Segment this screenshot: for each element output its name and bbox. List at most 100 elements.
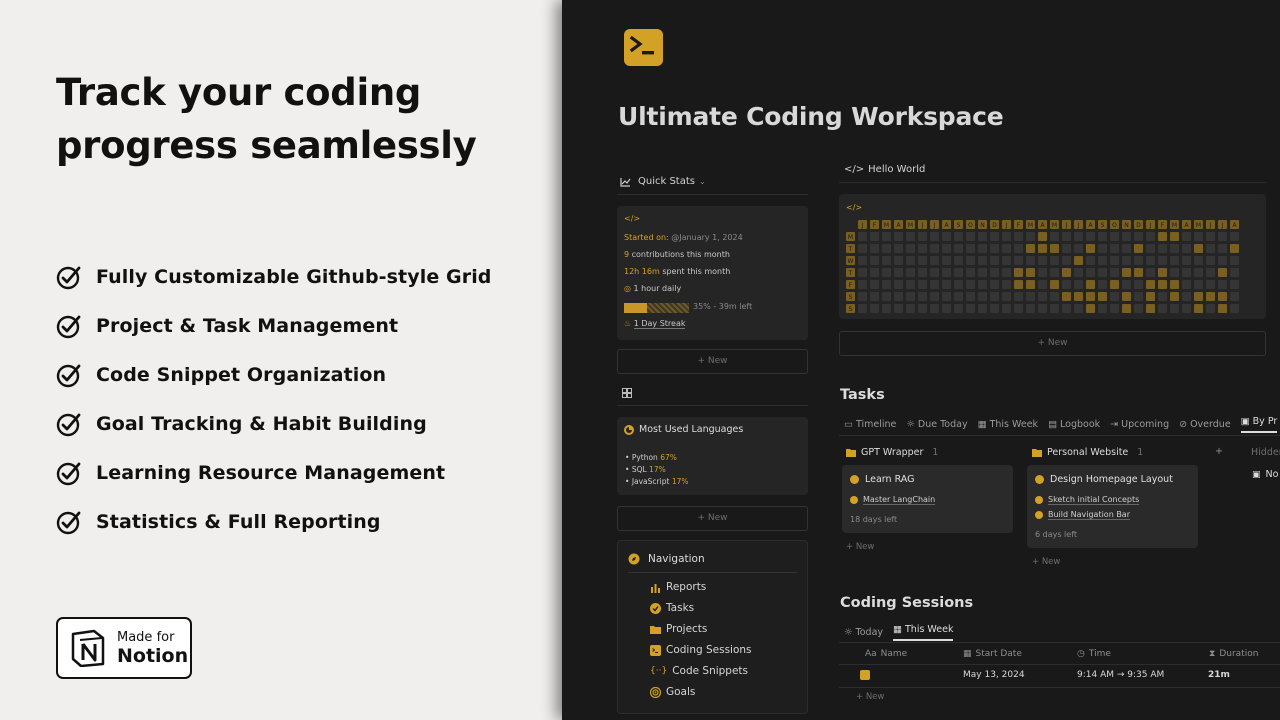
column-start-date[interactable]: ▦ Start Date xyxy=(963,649,1022,659)
contribution-cell xyxy=(1110,244,1119,253)
task-card[interactable]: Design Homepage Layout Sketch initial Co… xyxy=(1027,465,1198,548)
week-header-label: J xyxy=(1077,222,1080,229)
gallery-view-icon[interactable] xyxy=(622,388,632,398)
contribution-cell xyxy=(1014,292,1023,301)
column-duration[interactable]: ⧗ Duration xyxy=(1209,649,1258,659)
contribution-cell xyxy=(918,256,927,265)
contribution-cell xyxy=(1182,244,1191,253)
subtask-link[interactable]: Sketch initial Concepts xyxy=(1048,495,1140,505)
nav-item-tasks[interactable]: Tasks xyxy=(650,602,694,614)
contribution-cell xyxy=(1206,244,1215,253)
day-label: S xyxy=(849,294,853,301)
started-date[interactable]: @January 1, 2024 xyxy=(671,233,742,242)
timeline-icon: ▭ xyxy=(844,419,853,430)
tab-due-today[interactable]: ☼ Due Today xyxy=(906,416,967,433)
contribution-cell xyxy=(906,244,915,253)
tab-logbook[interactable]: ▤ Logbook xyxy=(1048,416,1100,433)
week-header-label: M xyxy=(908,222,913,229)
new-task-button[interactable]: + New xyxy=(1032,557,1060,567)
text-type-icon: Aa xyxy=(865,649,877,659)
group-gpt-wrapper[interactable]: GPT Wrapper 1 xyxy=(846,447,938,458)
nav-item-goals[interactable]: Goals xyxy=(650,686,695,698)
contribution-cell xyxy=(1098,232,1107,241)
nav-item-reports[interactable]: Reports xyxy=(650,581,706,593)
group-personal-website[interactable]: Personal Website 1 xyxy=(1032,447,1143,458)
contribution-cell xyxy=(894,244,903,253)
languages-card[interactable]: Most Used Languages • Python 67% • SQL 1… xyxy=(617,417,808,495)
week-header-label: M xyxy=(1028,222,1033,229)
tab-sessions-this-week[interactable]: ▦ This Week xyxy=(893,624,954,641)
subtask-link[interactable]: Build Navigation Bar xyxy=(1048,510,1130,520)
contribution-cell xyxy=(1158,232,1167,241)
session-duration[interactable]: 21m xyxy=(1208,670,1230,680)
folder-icon xyxy=(846,449,856,457)
contribution-cell xyxy=(978,304,987,313)
column-time[interactable]: ◷ Time xyxy=(1077,649,1111,659)
contribution-cell xyxy=(1122,280,1131,289)
new-session-button[interactable]: + New xyxy=(856,692,884,702)
tab-by-project[interactable]: ▣ By Pr xyxy=(1240,416,1278,433)
contribution-grid: </>J F M A M J J A S O N D J F M A M J J A S O N D J F M A M J J AMTWTF… xyxy=(846,203,1239,313)
task-card[interactable]: Learn RAG Master LangChain 18 days left xyxy=(842,465,1013,533)
contribution-cell xyxy=(1134,232,1143,241)
contribution-cell xyxy=(954,268,963,277)
contribution-cell xyxy=(882,292,891,301)
new-language-button[interactable]: + New xyxy=(617,506,808,531)
tab-this-week[interactable]: ▦ This Week xyxy=(978,416,1038,433)
contribution-cell xyxy=(1194,292,1203,301)
contribution-cell xyxy=(894,304,903,313)
new-grid-button[interactable]: + New xyxy=(839,331,1266,356)
contribution-cell xyxy=(1014,232,1023,241)
tab-overdue[interactable]: ⊘ Overdue xyxy=(1179,416,1231,433)
navigation-heading: Navigation xyxy=(648,553,705,565)
contribution-cell xyxy=(1170,280,1179,289)
language-item: • JavaScript 17% xyxy=(625,477,689,486)
tab-today[interactable]: ☼ Today xyxy=(844,624,883,641)
contribution-cell xyxy=(1026,304,1035,313)
subtask-link[interactable]: Master LangChain xyxy=(863,495,936,505)
quick-stats-heading[interactable]: Quick Stats ⌄ xyxy=(620,176,706,187)
contribution-cell xyxy=(1206,304,1215,313)
nav-item-coding-sessions[interactable]: Coding Sessions xyxy=(650,644,752,656)
contribution-cell xyxy=(1134,268,1143,277)
streak-label[interactable]: 1 Day Streak xyxy=(633,319,686,329)
nav-item-code-snippets[interactable]: {··} Code Snippets xyxy=(650,665,748,677)
contribution-cell xyxy=(978,268,987,277)
add-group-button[interactable]: + xyxy=(1215,446,1223,457)
new-task-button[interactable]: + New xyxy=(846,542,874,552)
contribution-cell xyxy=(1206,232,1215,241)
new-stat-button[interactable]: + New xyxy=(617,349,808,374)
contribution-cell xyxy=(918,280,927,289)
session-start-date[interactable]: May 13, 2024 xyxy=(963,670,1025,680)
calendar-icon: ▦ xyxy=(977,419,987,430)
brackets-icon: {··} xyxy=(650,666,668,676)
contribution-cell xyxy=(1002,292,1011,301)
contribution-cell xyxy=(882,232,891,241)
week-header-label: D xyxy=(1136,222,1141,229)
column-name[interactable]: Aa Name xyxy=(865,649,907,659)
hello-world-heading[interactable]: </> Hello World xyxy=(844,164,925,175)
contribution-cell xyxy=(1230,292,1239,301)
contribution-cell xyxy=(966,256,975,265)
hidden-group-item[interactable]: ▣ No xyxy=(1252,469,1278,480)
contribution-cell xyxy=(1146,280,1155,289)
contribution-cell xyxy=(1206,280,1215,289)
contribution-cell xyxy=(954,244,963,253)
session-time[interactable]: 9:14 AM → 9:35 AM xyxy=(1077,670,1164,680)
contribution-cell xyxy=(894,232,903,241)
session-terminal-icon[interactable] xyxy=(860,670,870,680)
contribution-cell xyxy=(1086,244,1095,253)
contributions-count: 9 xyxy=(624,250,630,259)
tab-upcoming[interactable]: ⇥ Upcoming xyxy=(1110,416,1169,433)
nav-item-projects[interactable]: Projects xyxy=(650,623,707,635)
contribution-cell xyxy=(1050,292,1059,301)
check-circle-icon xyxy=(56,462,81,485)
days-left: 6 days left xyxy=(1035,530,1078,539)
contribution-cell xyxy=(1218,232,1227,241)
terminal-icon[interactable] xyxy=(624,29,663,66)
tab-timeline[interactable]: ▭ Timeline xyxy=(844,416,896,433)
feature-label: Goal Tracking & Habit Building xyxy=(96,412,427,435)
contribution-cell xyxy=(1146,244,1155,253)
contribution-cell xyxy=(966,292,975,301)
contribution-cell xyxy=(966,244,975,253)
